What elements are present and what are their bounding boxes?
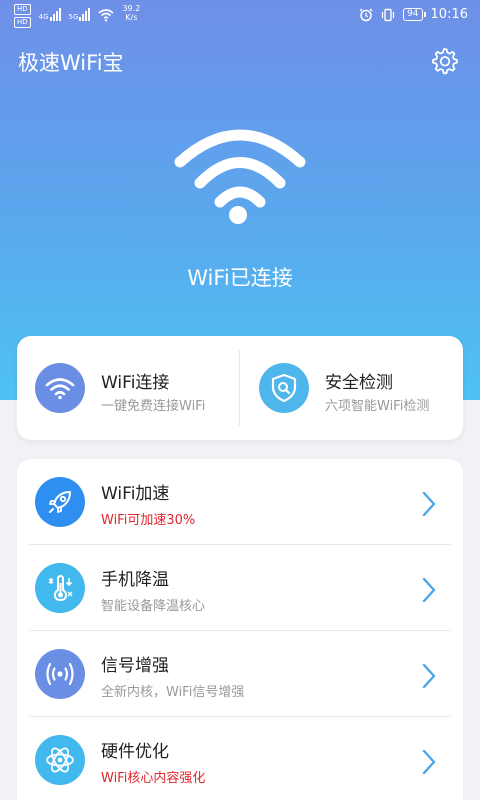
thermometer-icon [35, 563, 85, 613]
status-time: 10:16 [430, 7, 468, 22]
list-item-phone-cooling[interactable]: 手机降温 智能设备降温核心 [17, 545, 463, 631]
hardware-optimize-subtitle: WiFi核心内容强化 [101, 771, 206, 786]
connection-status: WiFi已连接 [187, 266, 293, 290]
chevron-right-icon [422, 663, 436, 689]
wifi-connect-title: WiFi连接 [101, 373, 170, 393]
signal-boost-title: 信号增强 [101, 656, 169, 676]
network-speed: 39.2 K/s [122, 4, 141, 22]
list-item-hardware-optimize[interactable]: 硬件优化 WiFi核心内容强化 [17, 717, 463, 800]
sim1-hd-badge: HD [14, 4, 31, 15]
atom-icon [35, 735, 85, 785]
sim2-hd-badge: HD [14, 17, 31, 28]
wifi-boost-title: WiFi加速 [101, 484, 170, 504]
divider [239, 350, 240, 426]
gear-icon[interactable] [427, 44, 461, 78]
security-check-button[interactable]: 安全检测 六项智能WiFi检测 [241, 336, 463, 440]
quick-actions-card: WiFi连接 一键免费连接WiFi 安全检测 六项智能WiFi检测 [17, 336, 463, 440]
signal-icon [35, 649, 85, 699]
app-title: 极速WiFi宝 [18, 51, 124, 75]
list-item-signal-boost[interactable]: 信号增强 全新内核，WiFi信号增强 [17, 631, 463, 717]
vibrate-icon [381, 8, 395, 21]
feature-list: WiFi加速 WiFi可加速30% 手机降温 智能设备降温核心 信号增强 全新内… [17, 459, 463, 800]
phone-cooling-title: 手机降温 [101, 570, 169, 590]
list-item-wifi-boost[interactable]: WiFi加速 WiFi可加速30% [17, 459, 463, 545]
wifi-icon [35, 363, 85, 413]
chevron-right-icon [422, 577, 436, 603]
chevron-right-icon [422, 491, 436, 517]
wifi-connect-subtitle: 一键免费连接WiFi [101, 399, 206, 414]
signal-boost-subtitle: 全新内核，WiFi信号增强 [101, 685, 245, 700]
network-type-2: 5G [68, 13, 79, 21]
rocket-icon [35, 477, 85, 527]
wifi-connect-button[interactable]: WiFi连接 一键免费连接WiFi [17, 336, 239, 440]
network-type-1: 4G [38, 13, 49, 21]
signal-bars-2-icon [79, 7, 91, 21]
signal-bars-1-icon [49, 7, 61, 21]
battery-indicator: 94 [403, 8, 427, 21]
security-check-title: 安全检测 [325, 373, 393, 393]
shield-icon [259, 363, 309, 413]
wifi-boost-subtitle: WiFi可加速30% [101, 513, 196, 528]
alarm-icon [359, 8, 373, 21]
status-bar: HD HD 4G 5G 39.2 K/s 94 10:16 [0, 0, 480, 32]
chevron-right-icon [422, 749, 436, 775]
wifi-status-icon [98, 9, 114, 22]
wifi-icon [174, 129, 306, 224]
hardware-optimize-title: 硬件优化 [101, 742, 169, 762]
security-check-subtitle: 六项智能WiFi检测 [325, 399, 430, 414]
phone-cooling-subtitle: 智能设备降温核心 [101, 599, 206, 614]
